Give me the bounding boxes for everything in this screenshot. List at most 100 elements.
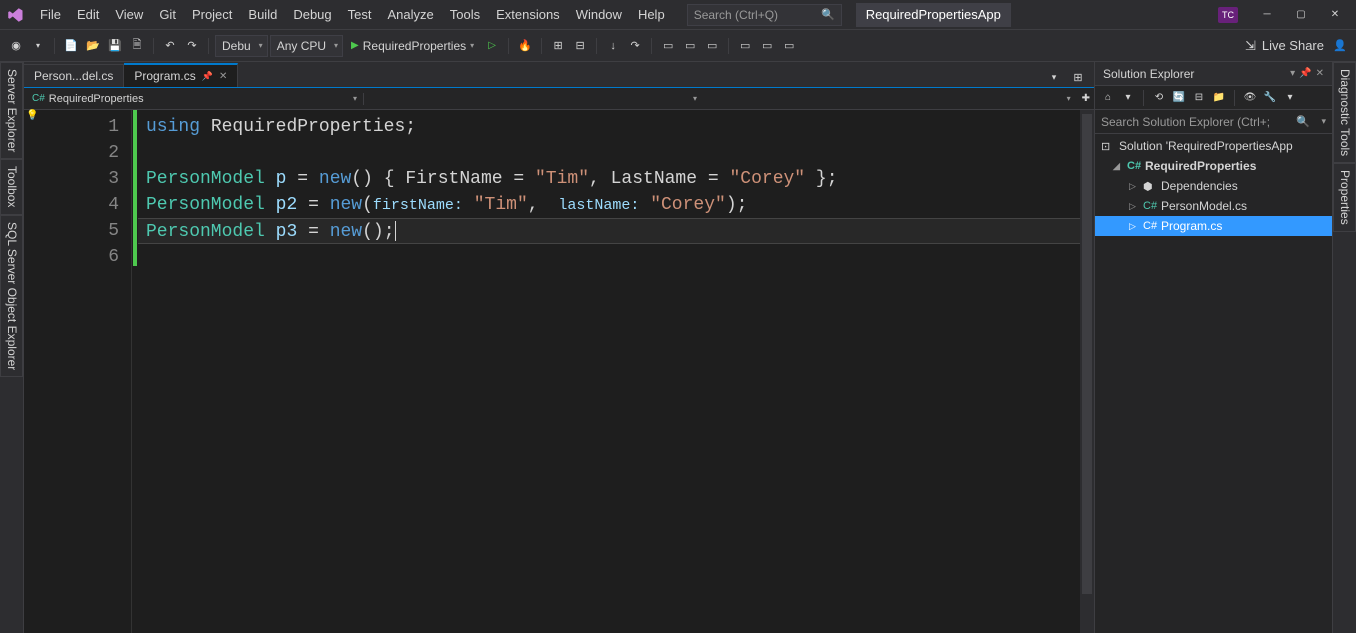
solution-explorer-header: Solution Explorer ▾ 📌 ✕ <box>1095 62 1332 86</box>
pin-icon[interactable]: 📌 <box>202 71 213 82</box>
split-icon[interactable]: ⊞ <box>1068 67 1088 87</box>
nav-back-button[interactable]: ◉ <box>6 36 26 56</box>
tab-label: Person...del.cs <box>34 69 113 83</box>
user-avatar[interactable]: TC <box>1218 7 1238 23</box>
se-showall-button[interactable]: 📁 <box>1210 89 1228 107</box>
live-share-button[interactable]: ⇲ Live Share <box>1245 38 1324 54</box>
search-icon: 🔍 <box>1296 115 1310 128</box>
tab-program[interactable]: Program.cs 📌 ✕ <box>124 63 238 87</box>
tree-solution-node[interactable]: ⊡ Solution 'RequiredPropertiesApp <box>1095 136 1332 156</box>
code-line-6[interactable] <box>138 244 1080 270</box>
menu-git[interactable]: Git <box>151 3 184 26</box>
se-sync-button[interactable]: ⟲ <box>1150 89 1168 107</box>
solution-explorer-toolbar: ⌂ ▾ ⟲ 🔄 ⊟ 📁 👁 🔧 ▾ <box>1095 86 1332 110</box>
menu-file[interactable]: File <box>32 3 69 26</box>
sql-explorer-tab[interactable]: SQL Server Object Explorer <box>0 215 23 377</box>
step-over-button[interactable]: ↷ <box>625 36 645 56</box>
global-search-input[interactable]: Search (Ctrl+Q) 🔍 <box>687 4 842 26</box>
config-dropdown[interactable]: Debu <box>215 35 268 57</box>
nav-fwd-dropdown[interactable]: ▾ <box>28 36 48 56</box>
expand-icon[interactable]: ◢ <box>1113 161 1123 172</box>
chevron-down-icon[interactable]: ▾ <box>1321 116 1326 127</box>
redo-button[interactable]: ↷ <box>182 36 202 56</box>
tree-file2-label: Program.cs <box>1161 219 1222 233</box>
menu-extensions[interactable]: Extensions <box>488 3 568 26</box>
se-more-button[interactable]: ▾ <box>1281 89 1299 107</box>
tree-program-node[interactable]: ▷ C# Program.cs <box>1095 216 1332 236</box>
menu-edit[interactable]: Edit <box>69 3 107 26</box>
tb-btn-6[interactable]: ▭ <box>735 36 755 56</box>
left-side-panel: Server Explorer Toolbox SQL Server Objec… <box>0 62 24 633</box>
start-debug-button[interactable]: ▶ RequiredProperties ▾ <box>345 39 480 53</box>
scrollbar-thumb[interactable] <box>1082 114 1092 594</box>
code-line-2[interactable] <box>138 140 1080 166</box>
tree-project-node[interactable]: ◢ C# RequiredProperties <box>1095 156 1332 176</box>
expand-icon[interactable]: ▷ <box>1129 221 1139 232</box>
solution-tree: ⊡ Solution 'RequiredPropertiesApp ◢ C# R… <box>1095 134 1332 633</box>
minimize-button[interactable]: ─ <box>1252 4 1282 26</box>
toolbox-tab[interactable]: Toolbox <box>0 159 23 214</box>
menu-help[interactable]: Help <box>630 3 673 26</box>
server-explorer-tab[interactable]: Server Explorer <box>0 62 23 159</box>
menu-project[interactable]: Project <box>184 3 240 26</box>
csharp-icon: C# <box>32 93 45 104</box>
nav-project-dropdown[interactable]: C# RequiredProperties <box>24 93 364 105</box>
line-number: 3 <box>40 166 131 192</box>
expand-icon[interactable]: ▷ <box>1129 181 1139 192</box>
hot-reload-button[interactable]: 🔥 <box>515 36 535 56</box>
close-button[interactable]: ✕ <box>1320 4 1350 26</box>
platform-dropdown[interactable]: Any CPU <box>270 35 343 57</box>
tree-dependencies-node[interactable]: ▷ ⬢ Dependencies <box>1095 176 1332 196</box>
panel-pin-icon[interactable]: 📌 <box>1299 68 1311 79</box>
se-preview-button[interactable]: 👁 <box>1241 89 1259 107</box>
close-tab-icon[interactable]: ✕ <box>219 71 227 82</box>
expand-icon[interactable]: ▷ <box>1129 201 1139 212</box>
new-project-button[interactable]: 📄 <box>61 36 81 56</box>
menu-test[interactable]: Test <box>340 3 380 26</box>
se-refresh-button[interactable]: 🔄 <box>1170 89 1188 107</box>
tab-personmodel[interactable]: Person...del.cs <box>24 64 124 87</box>
se-home-button[interactable]: ⌂ <box>1099 89 1117 107</box>
solution-search-input[interactable]: Search Solution Explorer (Ctrl+; 🔍 ▾ <box>1095 110 1332 134</box>
tabs-dropdown-icon[interactable]: ▾ <box>1044 67 1064 87</box>
menu-debug[interactable]: Debug <box>285 3 339 26</box>
diagnostic-tools-tab[interactable]: Diagnostic Tools <box>1333 62 1356 163</box>
code-line-3[interactable]: PersonModel p = new() { FirstName = "Tim… <box>138 166 1080 192</box>
code-line-4[interactable]: PersonModel p2 = new(firstName: "Tim", l… <box>138 192 1080 218</box>
step-into-button[interactable]: ↓ <box>603 36 623 56</box>
menu-tools[interactable]: Tools <box>442 3 488 26</box>
tb-btn-4[interactable]: ▭ <box>680 36 700 56</box>
open-button[interactable]: 📂 <box>83 36 103 56</box>
vertical-scrollbar[interactable] <box>1080 110 1094 633</box>
panel-close-icon[interactable]: ✕ <box>1316 68 1324 79</box>
se-collapse-button[interactable]: ⊟ <box>1190 89 1208 107</box>
menu-window[interactable]: Window <box>568 3 630 26</box>
save-all-button[interactable]: 🗎 <box>127 36 147 56</box>
search-icon: 🔍 <box>821 8 835 21</box>
tb-btn-2[interactable]: ⊟ <box>570 36 590 56</box>
admin-icon[interactable]: 👤 <box>1330 36 1350 56</box>
menu-build[interactable]: Build <box>240 3 285 26</box>
start-no-debug-button[interactable]: ▷ <box>482 36 502 56</box>
tb-btn-1[interactable]: ⊞ <box>548 36 568 56</box>
code-line-1[interactable]: using RequiredProperties; <box>138 114 1080 140</box>
menu-analyze[interactable]: Analyze <box>379 3 441 26</box>
se-properties-button[interactable]: 🔧 <box>1261 89 1279 107</box>
tb-btn-5[interactable]: ▭ <box>702 36 722 56</box>
tb-btn-3[interactable]: ▭ <box>658 36 678 56</box>
properties-tab[interactable]: Properties <box>1333 163 1356 232</box>
code-content[interactable]: using RequiredProperties; PersonModel p … <box>138 110 1080 633</box>
lightbulb-icon[interactable]: 💡 <box>24 110 40 136</box>
se-views-button[interactable]: ▾ <box>1119 89 1137 107</box>
tb-btn-7[interactable]: ▭ <box>757 36 777 56</box>
code-editor[interactable]: 💡 1 2 3 4 5 6 using RequiredProperties <box>24 110 1094 633</box>
tree-personmodel-node[interactable]: ▷ C# PersonModel.cs <box>1095 196 1332 216</box>
tb-btn-8[interactable]: ▭ <box>779 36 799 56</box>
code-line-5[interactable]: PersonModel p3 = new(); <box>138 218 1080 244</box>
panel-dropdown-icon[interactable]: ▾ <box>1290 68 1295 79</box>
save-button[interactable]: 💾 <box>105 36 125 56</box>
undo-button[interactable]: ↶ <box>160 36 180 56</box>
nav-plus-icon[interactable]: ✚ <box>1078 93 1094 104</box>
maximize-button[interactable]: ▢ <box>1286 4 1316 26</box>
menu-view[interactable]: View <box>107 3 151 26</box>
